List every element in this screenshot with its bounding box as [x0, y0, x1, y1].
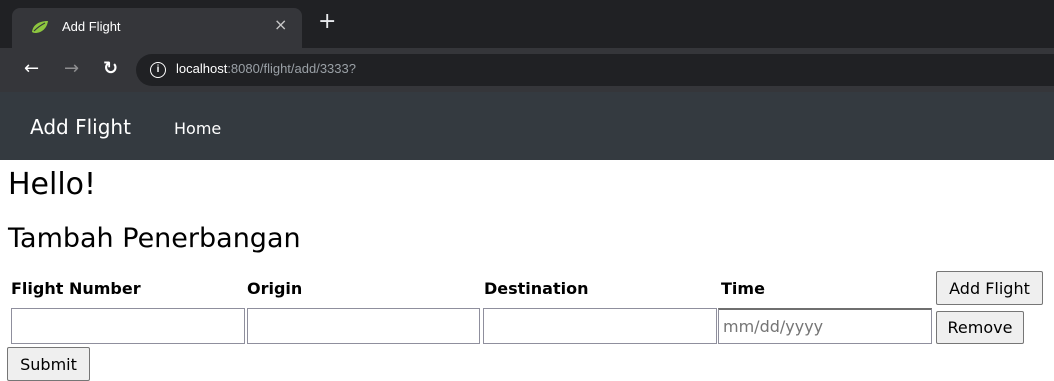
- column-header-destination: Destination: [484, 279, 589, 298]
- nav-link-home[interactable]: Home: [174, 119, 221, 138]
- origin-input[interactable]: [247, 308, 480, 344]
- forward-arrow-icon[interactable]: →: [64, 58, 79, 80]
- reload-icon[interactable]: ↻: [103, 58, 118, 80]
- column-header-flight-number: Flight Number: [11, 279, 141, 298]
- url-path: :8080/flight/add/3333?: [227, 61, 356, 76]
- tab-title: Add Flight: [62, 19, 121, 34]
- destination-input[interactable]: [483, 308, 717, 344]
- navbar-brand[interactable]: Add Flight: [30, 115, 131, 139]
- info-icon[interactable]: i: [150, 62, 166, 78]
- remove-button[interactable]: Remove: [936, 311, 1024, 344]
- flight-number-input[interactable]: [11, 308, 245, 344]
- address-bar[interactable]: i localhost:8080/flight/add/3333?: [136, 54, 1054, 86]
- time-date-input[interactable]: [718, 308, 932, 344]
- add-flight-button[interactable]: Add Flight: [936, 271, 1043, 305]
- spring-leaf-icon: [32, 21, 48, 33]
- column-header-origin: Origin: [247, 279, 303, 298]
- browser-toolbar: ← → ↻ i localhost:8080/flight/add/3333?: [0, 48, 1054, 92]
- browser-tab-bar: Add Flight × +: [0, 0, 1054, 48]
- greeting-heading: Hello!: [8, 167, 97, 202]
- page-title: Tambah Penerbangan: [8, 223, 301, 254]
- url-host: localhost: [176, 61, 228, 76]
- column-header-time: Time: [721, 279, 765, 298]
- browser-tab[interactable]: Add Flight ×: [12, 8, 302, 48]
- url-text[interactable]: localhost:8080/flight/add/3333?: [176, 61, 356, 76]
- tab-close-icon[interactable]: ×: [274, 15, 287, 34]
- app-navbar: Add Flight Home: [0, 92, 1054, 160]
- back-arrow-icon[interactable]: ←: [24, 58, 39, 80]
- new-tab-icon[interactable]: +: [318, 10, 336, 34]
- submit-button[interactable]: Submit: [7, 347, 90, 381]
